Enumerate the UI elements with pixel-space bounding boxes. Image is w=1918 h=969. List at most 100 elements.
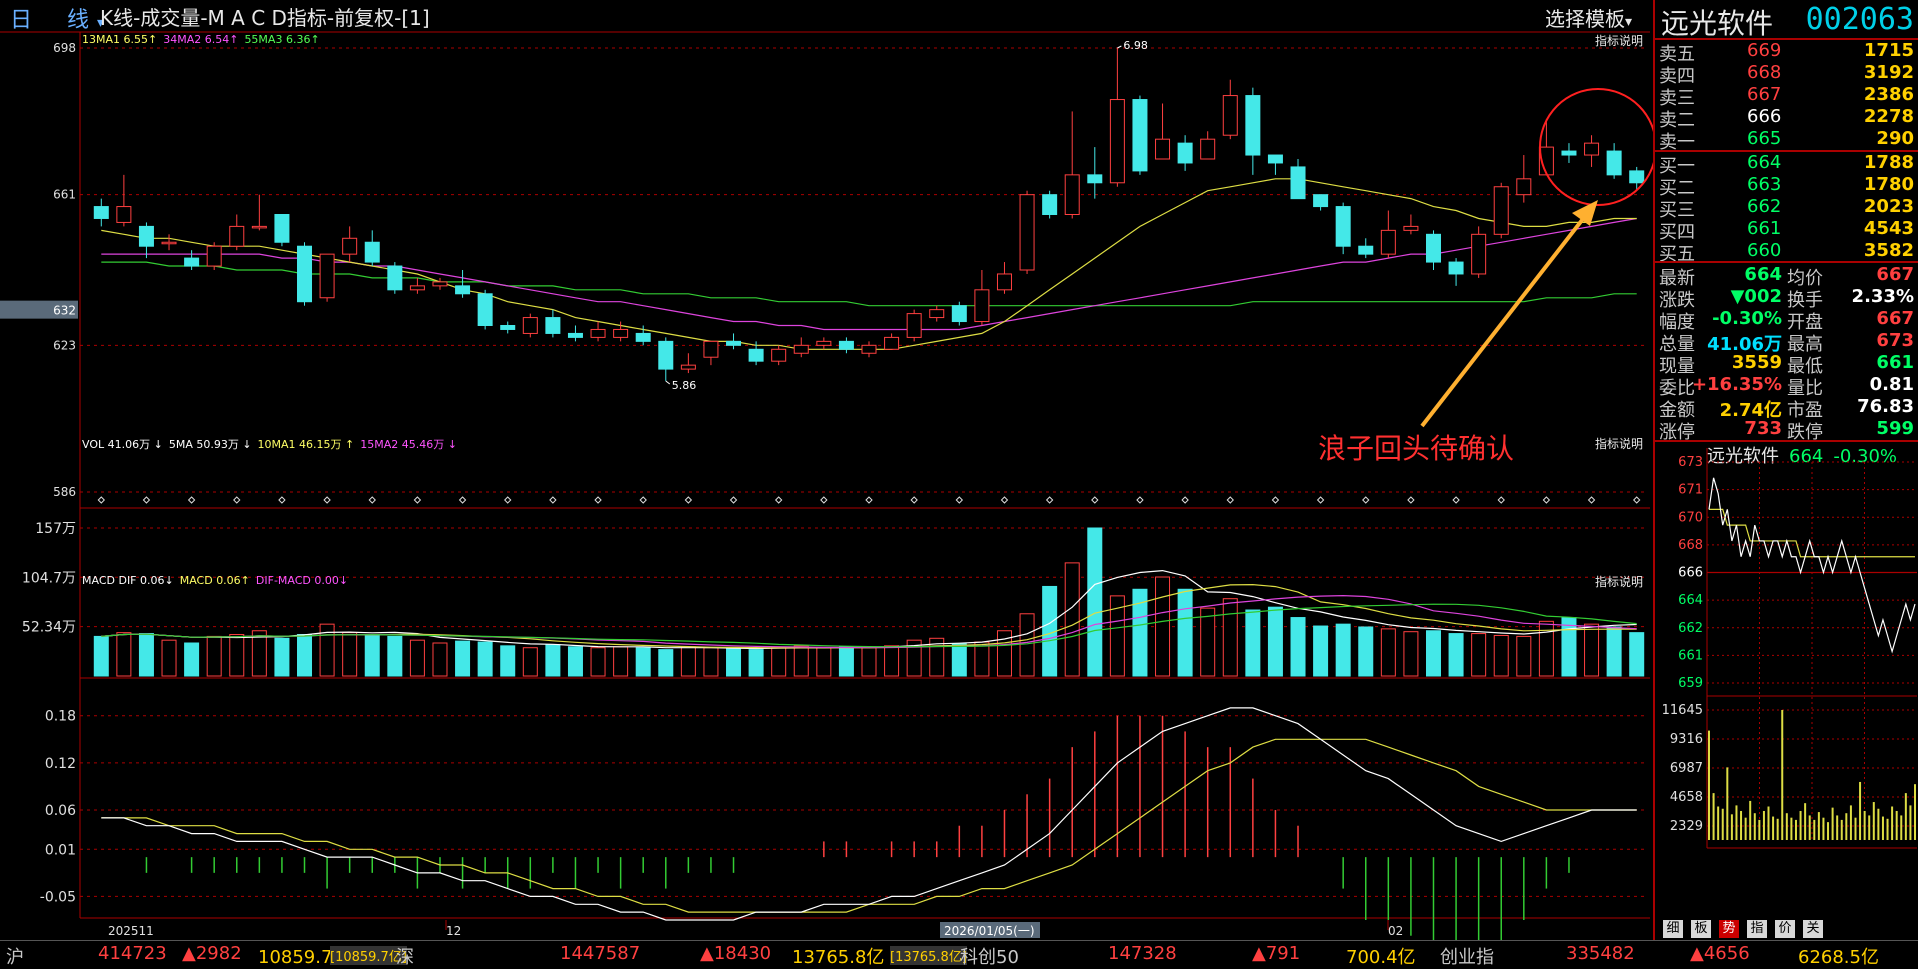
event-marker <box>729 496 738 504</box>
status-item: ▲2982 <box>182 943 242 964</box>
ask-volume: 3192 <box>1863 62 1914 83</box>
bid-volume: 3582 <box>1863 240 1914 261</box>
volume-bar <box>1267 606 1283 677</box>
annotation-arrow-shaft <box>1420 213 1588 428</box>
volume-bar <box>1335 623 1351 677</box>
event-marker <box>1497 496 1505 504</box>
event-marker <box>413 496 422 504</box>
status-item: 1447587 <box>560 943 641 964</box>
quote-row: 涨停 733 跌停 599 <box>1655 418 1918 443</box>
panel-tab[interactable]: 板 <box>1691 920 1711 938</box>
ask-row[interactable]: 卖五 669 1715 <box>1655 40 1918 65</box>
period-label[interactable]: 日 线 <box>10 8 103 33</box>
bid-row[interactable]: 买一 664 1788 <box>1655 152 1918 177</box>
candle-body <box>816 340 832 346</box>
legend-item: 13MA1 6.55↑ <box>82 33 158 46</box>
event-marker <box>97 496 105 504</box>
price-tick-label: 623 <box>53 338 76 352</box>
candle-body <box>793 344 809 354</box>
candle-body <box>680 364 696 370</box>
volume-bar <box>567 646 583 677</box>
macd-tick-label: 0.06 <box>45 803 76 819</box>
bid-row[interactable]: 买二 663 1780 <box>1655 174 1918 199</box>
panel-tab[interactable]: 细 <box>1663 920 1683 938</box>
macd-indicator-explain-link[interactable]: 指标说明 <box>1595 573 1643 590</box>
candle-body <box>93 206 109 219</box>
quote-value: 0.81 <box>1869 374 1914 395</box>
event-marker <box>865 496 873 504</box>
mini-price-tick: 664 <box>1678 593 1703 608</box>
candle-body <box>974 289 990 323</box>
bid-price: 663 <box>1747 174 1782 195</box>
event-marker <box>910 496 918 504</box>
quote-value: 673 <box>1876 330 1914 351</box>
ask-row[interactable]: 卖二 666 2278 <box>1655 106 1918 131</box>
volume-bar <box>1538 620 1554 677</box>
panel-tab[interactable]: 指 <box>1747 920 1767 938</box>
volume-bar <box>613 646 629 677</box>
bid-row[interactable]: 买三 662 2023 <box>1655 196 1918 221</box>
volume-bar <box>590 647 606 677</box>
macd-tick-label: 0.12 <box>45 756 76 772</box>
event-marker <box>458 496 467 504</box>
volume-bar <box>1584 623 1600 677</box>
candle-body <box>1606 150 1622 176</box>
ask-row[interactable]: 卖一 665 290 <box>1655 128 1918 153</box>
event-marker <box>323 496 331 504</box>
kline-chart-area[interactable]: 698 661 632 623 586 157万 104.7万 52.34万 0.18 0.12 0… <box>0 0 1653 940</box>
ask-row[interactable]: 卖三 667 2386 <box>1655 84 1918 109</box>
volume-bar <box>116 632 132 677</box>
candle-body <box>1200 138 1216 160</box>
ma-legend: 13MA1 6.55↑ 34MA2 6.54↑ 55MA3 6.36↑ <box>82 33 326 46</box>
volume-bar <box>1200 607 1216 677</box>
legend-item: 5MA 50.93万 ↓ <box>168 438 252 451</box>
volume-bar <box>884 645 900 677</box>
intraday-chart[interactable]: 673 671 670 668 666 664 662 661 659 11645 9316 6987… <box>1655 448 1918 918</box>
ask-row[interactable]: 卖四 668 3192 <box>1655 62 1918 87</box>
candle-body <box>1087 174 1103 184</box>
event-marker <box>1587 496 1596 504</box>
status-item: ▲791 <box>1252 943 1301 964</box>
panel-tab[interactable]: 势 <box>1719 920 1739 938</box>
quote-row: 金额 2.74亿 市盈 76.83 <box>1655 396 1918 421</box>
panel-tab[interactable]: 价 <box>1775 920 1795 938</box>
candle-body <box>1155 138 1171 160</box>
volume-bar <box>861 647 877 677</box>
volume-bar <box>1380 628 1396 677</box>
volume-tick-label: 52.34万 <box>22 620 76 636</box>
price-indicator-explain-link[interactable]: 指标说明 <box>1595 32 1643 49</box>
chart-topbar: 日 线▾ K线-成交量-M A C D指标-前复权-[1] 选择模板▾ <box>0 0 1653 34</box>
mini-price-tick: 662 <box>1678 621 1703 636</box>
ask-price: 667 <box>1747 84 1782 105</box>
quote-value: 661 <box>1876 352 1914 373</box>
event-marker <box>820 496 828 504</box>
bid-row[interactable]: 买五 660 3582 <box>1655 240 1918 265</box>
ask-volume: 290 <box>1876 128 1914 149</box>
event-marker <box>1633 496 1641 504</box>
bid-row[interactable]: 买四 661 4543 <box>1655 218 1918 243</box>
high-price-label: 6.98 <box>1123 39 1148 52</box>
status-item: 13765.8亿 <box>792 947 885 968</box>
candle-body <box>1042 194 1058 216</box>
quote-value: ▼002 <box>1730 286 1782 307</box>
candle-body <box>251 225 267 229</box>
period-selector[interactable]: 日 线▾ <box>10 2 104 34</box>
candle-body <box>455 285 471 295</box>
candle-body <box>297 245 313 303</box>
high-marker <box>1117 45 1122 49</box>
price-tick-label: 661 <box>53 188 76 202</box>
template-select-button[interactable]: 选择模板▾ <box>1545 3 1632 32</box>
volume-bar <box>364 634 380 677</box>
volume-indicator-explain-link[interactable]: 指标说明 <box>1595 435 1643 452</box>
panel-tab[interactable]: 关 <box>1803 920 1823 938</box>
mini-vol-tick: 6987 <box>1670 761 1703 776</box>
low-marker <box>665 380 671 385</box>
candle-body <box>477 293 493 326</box>
event-marker <box>594 496 602 504</box>
ask-price: 666 <box>1747 106 1782 127</box>
candle-body <box>206 245 222 267</box>
volume-bar <box>1358 626 1374 677</box>
stock-name: 远光软件 <box>1661 7 1774 40</box>
status-item: 创业指 <box>1440 947 1494 968</box>
chart-canvas[interactable]: 698 661 632 623 586 157万 104.7万 52.34万 0.18 0.12 0… <box>0 0 1653 940</box>
